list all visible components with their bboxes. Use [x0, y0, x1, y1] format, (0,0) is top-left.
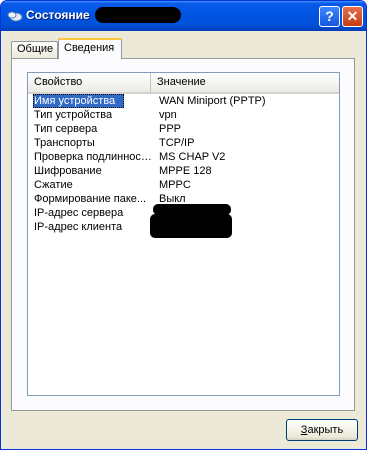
help-icon: ? [325, 8, 334, 24]
list-row[interactable]: Шифрование MPPE 128 [28, 164, 339, 178]
row-value: vpn [159, 109, 177, 121]
row-value: PPP [159, 123, 182, 135]
title-close-button[interactable]: ✕ [342, 6, 363, 27]
redacted-connection-name [95, 7, 181, 23]
row-property: IP-адрес сервера [34, 207, 124, 219]
row-property: Формирование паке... [34, 193, 147, 205]
redacted-client-ip [150, 214, 232, 238]
help-button[interactable]: ? [319, 6, 340, 27]
window-title: Состояние [26, 8, 90, 22]
close-button-label: акрыть [307, 424, 344, 436]
row-property: Тип сервера [34, 123, 98, 135]
details-panel: Свойство Значение Имя устройства WAN Min… [11, 58, 355, 411]
row-property: Сжатие [34, 179, 73, 191]
row-value: TCP/IP [159, 137, 195, 149]
row-property: Шифрование [34, 165, 102, 177]
close-button[interactable]: Закрыть [286, 419, 358, 441]
list-row[interactable]: Сжатие MPPC [28, 178, 339, 192]
row-value: MPPE 128 [159, 165, 212, 177]
row-value: MPPC [159, 179, 191, 191]
row-value: MS CHAP V2 [159, 151, 226, 163]
row-property: IP-адрес клиента [34, 221, 123, 233]
row-value: WAN Miniport (PPTP) [159, 95, 266, 107]
row-property: Транспорты [34, 137, 95, 149]
list-row[interactable]: Тип сервера PPP [28, 122, 339, 136]
list-header: Свойство Значение [28, 73, 339, 94]
list-row[interactable]: Транспорты TCP/IP [28, 136, 339, 150]
details-list[interactable]: Свойство Значение Имя устройства WAN Min… [27, 72, 340, 396]
row-property: Тип устройства [34, 109, 113, 121]
list-row[interactable]: Имя устройства WAN Miniport (PPTP) [28, 94, 339, 108]
close-icon: ✕ [346, 8, 359, 24]
column-header-value[interactable]: Значение [151, 73, 339, 92]
list-row[interactable]: Тип устройства vpn [28, 108, 339, 122]
status-dialog: Состояние ? ✕ Общие Сведения Свойство Зн… [0, 0, 367, 450]
network-connection-icon [7, 11, 23, 22]
list-row[interactable]: Проверка подлинности MS CHAP V2 [28, 150, 339, 164]
row-property: Имя устройства [33, 94, 124, 108]
tab-general[interactable]: Общие [11, 41, 58, 58]
row-property: Проверка подлинности [34, 151, 152, 163]
tab-details[interactable]: Сведения [58, 38, 122, 59]
title-bar[interactable]: Состояние ? ✕ [1, 1, 366, 31]
column-header-property[interactable]: Свойство [28, 73, 151, 92]
